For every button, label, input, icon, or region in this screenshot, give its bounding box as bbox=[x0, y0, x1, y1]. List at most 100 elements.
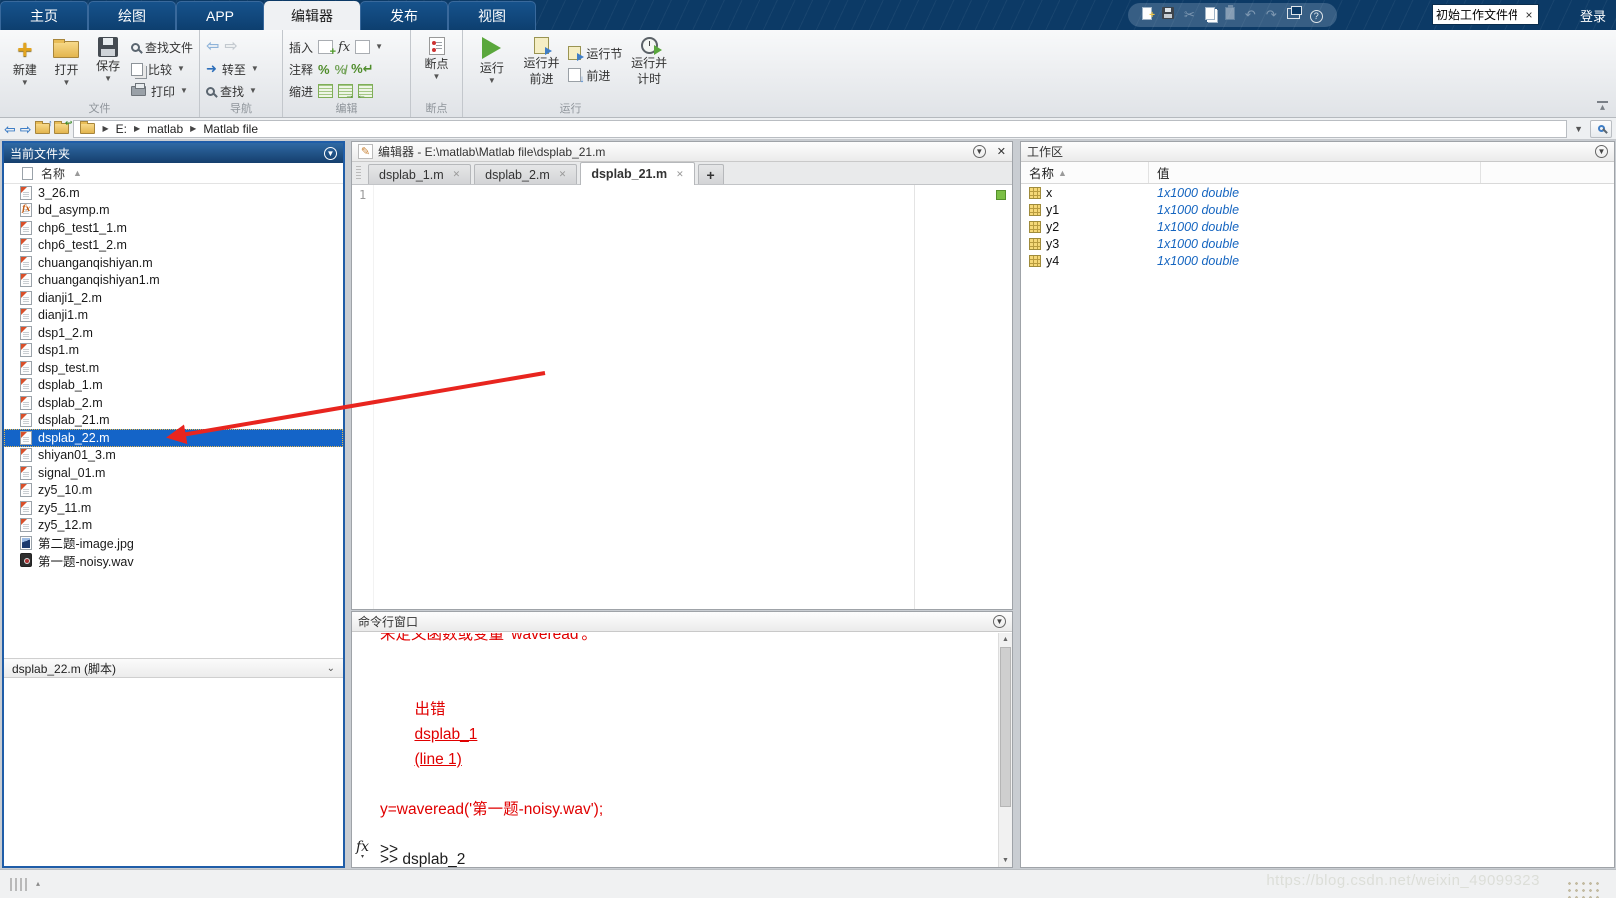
file-row[interactable]: dsplab_1.m bbox=[4, 377, 343, 395]
file-row[interactable]: dsplab_22.m bbox=[4, 429, 343, 447]
cut-icon[interactable]: ✂ bbox=[1184, 7, 1195, 23]
command-window-body[interactable]: 未定义函数或变量 'waveread'。 出错 dsplab_1 (line 1… bbox=[352, 633, 998, 867]
clear-search-icon[interactable]: × bbox=[1520, 8, 1538, 22]
workspace-variable-row[interactable]: y3 1x1000 double bbox=[1021, 235, 1614, 252]
file-row[interactable]: dianji1.m bbox=[4, 307, 343, 325]
indent-left-icon[interactable] bbox=[358, 84, 373, 98]
file-row[interactable]: zy5_11.m bbox=[4, 499, 343, 517]
copy-icon[interactable] bbox=[1205, 7, 1215, 24]
wrap-comment-icon[interactable]: %↵ bbox=[351, 61, 373, 77]
command-scrollbar[interactable]: ▲ ▼ bbox=[998, 633, 1012, 867]
workspace-variable-row[interactable]: y1 1x1000 double bbox=[1021, 201, 1614, 218]
file-row[interactable]: bd_asymp.m bbox=[4, 202, 343, 220]
close-icon[interactable]: ✕ bbox=[453, 169, 461, 180]
run-button[interactable]: 运行 ▼ bbox=[469, 35, 515, 101]
file-row[interactable]: 第二题-image.jpg bbox=[4, 534, 343, 552]
new-tab-button[interactable]: + bbox=[698, 164, 724, 184]
address-dropdown-icon[interactable]: ▼ bbox=[1571, 124, 1586, 134]
file-row[interactable]: signal_01.m bbox=[4, 464, 343, 482]
find-files-button[interactable]: 查找文件 bbox=[131, 37, 193, 57]
file-row[interactable]: dsplab_2.m bbox=[4, 394, 343, 412]
goto-button[interactable]: ➜ 转至 ▼ bbox=[206, 59, 259, 79]
file-row[interactable]: shiyan01_3.m bbox=[4, 447, 343, 465]
editor-body[interactable]: 1 bbox=[352, 185, 1012, 609]
file-row[interactable]: chp6_test1_2.m bbox=[4, 237, 343, 255]
browse-folder-icon[interactable] bbox=[54, 123, 69, 134]
save-button[interactable]: 保存 ▼ bbox=[89, 35, 127, 101]
layout-icon[interactable] bbox=[1287, 7, 1300, 23]
file-row[interactable]: zy5_12.m bbox=[4, 517, 343, 535]
ribbon-tab[interactable]: 发布 bbox=[360, 1, 448, 30]
print-button[interactable]: 打印 ▼ bbox=[131, 81, 193, 101]
workspace-column-header[interactable]: 名称 ▲ 值 bbox=[1021, 162, 1614, 184]
paste-icon[interactable] bbox=[1225, 7, 1235, 24]
file-detail-bar[interactable]: dsplab_22.m (脚本) ⌄ bbox=[4, 658, 343, 678]
file-row[interactable]: chuanganqishiyan1.m bbox=[4, 272, 343, 290]
insert-section-icon[interactable] bbox=[318, 40, 333, 54]
fx-function-hint-icon[interactable]: fx bbox=[356, 839, 369, 859]
compare-button[interactable]: 比较 ▼ bbox=[131, 59, 193, 79]
breadcrumb-item[interactable]: ▶ Matlab file bbox=[190, 122, 258, 136]
run-section-button[interactable]: 运行节 bbox=[568, 43, 622, 63]
close-icon[interactable]: ✕ bbox=[676, 169, 684, 180]
breakpoints-button[interactable]: 断点 ▼ bbox=[417, 35, 456, 101]
command-prompt[interactable]: >> bbox=[380, 841, 398, 859]
file-list-column-header[interactable]: 名称 ▲ bbox=[4, 163, 343, 184]
collapse-ribbon-icon[interactable]: ▴ bbox=[1597, 101, 1608, 112]
file-row[interactable]: zy5_10.m bbox=[4, 482, 343, 500]
ribbon-tab[interactable]: 编辑器 bbox=[264, 1, 360, 30]
workspace-variable-row[interactable]: y4 1x1000 double bbox=[1021, 252, 1614, 269]
nav-back-icon[interactable]: ⇦ bbox=[4, 122, 16, 136]
new-button[interactable]: + 新建 ▼ bbox=[6, 35, 44, 101]
close-icon[interactable]: ✕ bbox=[559, 169, 567, 180]
smart-indent-icon[interactable] bbox=[318, 84, 333, 98]
file-row[interactable]: dsp1.m bbox=[4, 342, 343, 360]
indent-right-icon[interactable] bbox=[338, 84, 353, 98]
breadcrumb[interactable]: ▶ E: ▶ matlab ▶ Matlab file bbox=[73, 120, 1567, 138]
login-button[interactable]: 登录 bbox=[1580, 0, 1606, 30]
find-button[interactable]: 查找 ▼ bbox=[206, 81, 259, 101]
save-icon[interactable] bbox=[1162, 7, 1174, 23]
error-file-link[interactable]: dsplab_1 bbox=[414, 726, 477, 743]
back-icon[interactable]: ⇦ bbox=[206, 39, 219, 55]
doc-search-input[interactable] bbox=[1433, 8, 1520, 22]
file-row[interactable]: dsp_test.m bbox=[4, 359, 343, 377]
help-icon[interactable]: ? bbox=[1310, 7, 1323, 23]
new-script-icon[interactable] bbox=[1142, 7, 1152, 24]
workspace-variable-row[interactable]: x 1x1000 double bbox=[1021, 184, 1614, 201]
address-search-button[interactable] bbox=[1590, 120, 1612, 138]
comment-icon[interactable]: % bbox=[318, 62, 330, 77]
editor-tab[interactable]: dsplab_1.m ✕ bbox=[368, 164, 471, 184]
up-one-level-icon[interactable] bbox=[35, 123, 50, 134]
advance-button[interactable]: 前进 bbox=[568, 65, 622, 85]
close-icon[interactable]: ✕ bbox=[991, 145, 1006, 158]
insert-function-icon[interactable]: fx bbox=[338, 40, 350, 55]
redo-icon[interactable]: ↷ bbox=[1266, 7, 1277, 23]
breadcrumb-item[interactable]: ▶ E: bbox=[102, 122, 127, 136]
file-row[interactable]: 第一题-noisy.wav bbox=[4, 552, 343, 570]
run-advance-button[interactable]: 运行并 前进 bbox=[519, 35, 565, 101]
file-row[interactable]: 3_26.m bbox=[4, 184, 343, 202]
command-window-menu-icon[interactable]: ▼ bbox=[993, 615, 1006, 628]
scrollbar-thumb[interactable] bbox=[1000, 647, 1011, 807]
uncomment-icon[interactable]: %̸ bbox=[335, 62, 347, 77]
nav-forward-icon[interactable]: ⇨ bbox=[20, 122, 32, 136]
scroll-down-icon[interactable]: ▼ bbox=[999, 854, 1012, 867]
undo-icon[interactable]: ↶ bbox=[1245, 7, 1256, 23]
file-row[interactable]: chp6_test1_1.m bbox=[4, 219, 343, 237]
status-grip-icon[interactable] bbox=[10, 878, 28, 891]
scroll-up-icon[interactable]: ▲ bbox=[999, 633, 1012, 646]
insert-fi-icon[interactable] bbox=[355, 40, 370, 54]
ribbon-tab[interactable]: 主页 bbox=[0, 1, 88, 30]
ribbon-tab[interactable]: 绘图 bbox=[88, 1, 176, 30]
file-row[interactable]: dianji1_2.m bbox=[4, 289, 343, 307]
file-row[interactable]: dsplab_21.m bbox=[4, 412, 343, 430]
ribbon-tab[interactable]: 视图 bbox=[448, 1, 536, 30]
run-time-button[interactable]: 运行并 计时 bbox=[626, 35, 672, 101]
forward-icon[interactable]: ⇨ bbox=[224, 39, 237, 55]
panel-menu-icon[interactable]: ▼ bbox=[324, 147, 337, 160]
ribbon-tab[interactable]: APP bbox=[176, 1, 264, 30]
editor-tab[interactable]: dsplab_2.m ✕ bbox=[474, 164, 577, 184]
file-row[interactable]: chuanganqishiyan.m bbox=[4, 254, 343, 272]
editor-tab[interactable]: dsplab_21.m ✕ bbox=[580, 162, 694, 185]
